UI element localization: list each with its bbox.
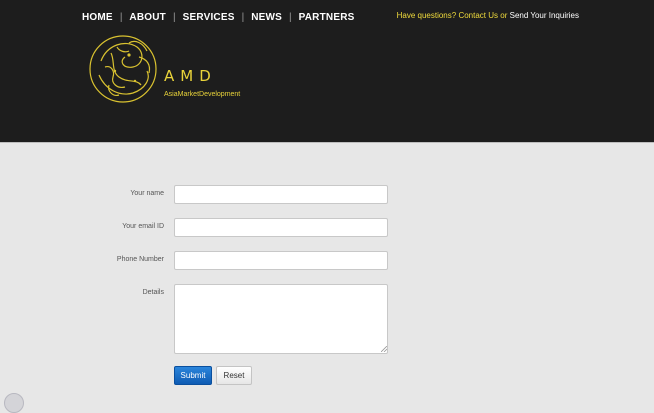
details-label: Details	[142, 289, 164, 296]
logo-tagline: AsiaMarketDevelopment	[164, 91, 241, 98]
questions-text: Have questions?	[396, 11, 457, 20]
nav-separator: |	[241, 12, 245, 23]
nav-news-link[interactable]: NEWS	[251, 11, 282, 25]
nav-about-link[interactable]: ABOUT	[129, 11, 166, 25]
name-input[interactable]	[174, 185, 388, 204]
submit-button[interactable]: Submit	[174, 366, 212, 385]
email-label: Your email ID	[122, 223, 164, 230]
name-label: Your name	[130, 190, 164, 197]
or-text: or	[500, 11, 508, 20]
details-textarea[interactable]	[174, 284, 388, 354]
phone-input[interactable]	[174, 251, 388, 270]
nav-services-link[interactable]: SERVICES	[183, 11, 235, 25]
nav-separator: |	[172, 12, 176, 23]
reset-button[interactable]: Reset	[216, 366, 252, 385]
corner-widget-icon[interactable]	[4, 393, 24, 413]
email-input[interactable]	[174, 218, 388, 237]
nav-separator: |	[119, 12, 123, 23]
main-nav: HOME | ABOUT | SERVICES | NEWS | PARTNER…	[82, 11, 355, 25]
logo-mark: AMD	[164, 67, 217, 85]
send-inquiries-link[interactable]: Send Your Inquiries	[510, 11, 579, 20]
contact-prompt: Have questions? Contact Us or Send Your …	[397, 11, 579, 21]
contact-us-link[interactable]: Contact Us	[458, 11, 498, 20]
nav-home-link[interactable]: HOME	[82, 11, 113, 25]
nav-partners-link[interactable]: PARTNERS	[299, 11, 355, 25]
nav-separator: |	[289, 12, 292, 23]
phone-label: Phone Number	[116, 256, 164, 263]
site-header: HOME | ABOUT | SERVICES | NEWS | PARTNER…	[0, 0, 654, 143]
